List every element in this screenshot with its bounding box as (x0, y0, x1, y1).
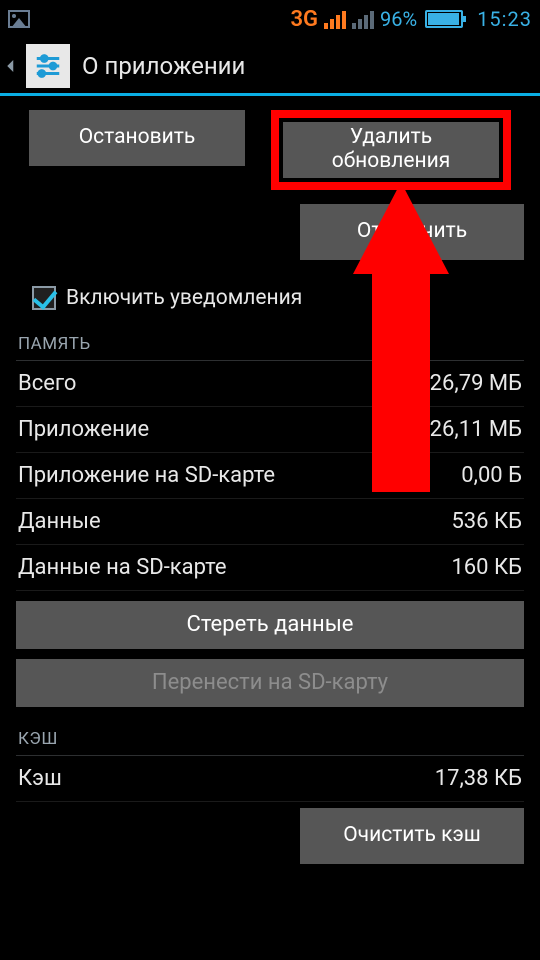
storage-sd-app-row: Приложение на SD-карте 0,00 Б (16, 453, 524, 499)
app-label: Приложение (18, 417, 149, 442)
battery-percent: 96% (380, 7, 417, 31)
clear-data-button[interactable]: Стереть данные (16, 601, 524, 649)
section-storage: ПАМЯТЬ (16, 332, 524, 361)
storage-data-row: Данные 536 КБ (16, 499, 524, 545)
disable-button[interactable]: Отключить (300, 204, 524, 260)
back-icon (2, 57, 20, 75)
sd-app-value: 0,00 Б (461, 463, 522, 488)
gallery-icon (8, 10, 30, 28)
checkbox-checked-icon (32, 286, 56, 310)
network-type: 3G (290, 7, 318, 32)
cache-row: Кэш 17,38 КБ (16, 756, 524, 802)
storage-total-row: Всего 26,79 МБ (16, 361, 524, 407)
total-value: 26,79 МБ (430, 371, 522, 396)
notifications-toggle[interactable]: Включить уведомления (16, 274, 524, 332)
title-bar[interactable]: О приложении (0, 38, 540, 96)
delete-updates-button[interactable]: Удалить обновления (283, 122, 499, 178)
sd-data-label: Данные на SD-карте (18, 555, 227, 580)
highlight-annotation: Удалить обновления (271, 110, 511, 190)
delete-updates-label: Удалить обновления (293, 126, 489, 173)
storage-sd-data-row: Данные на SD-карте 160 КБ (16, 545, 524, 591)
sd-data-value: 160 КБ (451, 555, 522, 580)
cache-value: 17,38 КБ (435, 766, 522, 791)
cache-label: Кэш (18, 766, 62, 791)
app-value: 26,11 МБ (430, 417, 522, 442)
sd-app-label: Приложение на SD-карте (18, 463, 275, 488)
status-bar: 3G 96% 15:23 (0, 0, 540, 38)
clear-cache-button[interactable]: Очистить кэш (300, 808, 524, 864)
data-value: 536 КБ (451, 509, 522, 534)
page-title: О приложении (82, 52, 245, 80)
total-label: Всего (18, 371, 76, 396)
battery-icon (425, 10, 463, 28)
storage-app-row: Приложение 26,11 МБ (16, 407, 524, 453)
section-cache: КЭШ (16, 727, 524, 756)
signal-2-icon (352, 9, 374, 29)
signal-icon (324, 9, 346, 29)
data-label: Данные (18, 509, 101, 534)
move-sd-button: Перенести на SD-карту (16, 659, 524, 707)
notifications-label: Включить уведомления (66, 286, 302, 310)
settings-icon (26, 44, 70, 88)
stop-button[interactable]: Остановить (29, 110, 245, 166)
clock: 15:23 (477, 7, 532, 31)
